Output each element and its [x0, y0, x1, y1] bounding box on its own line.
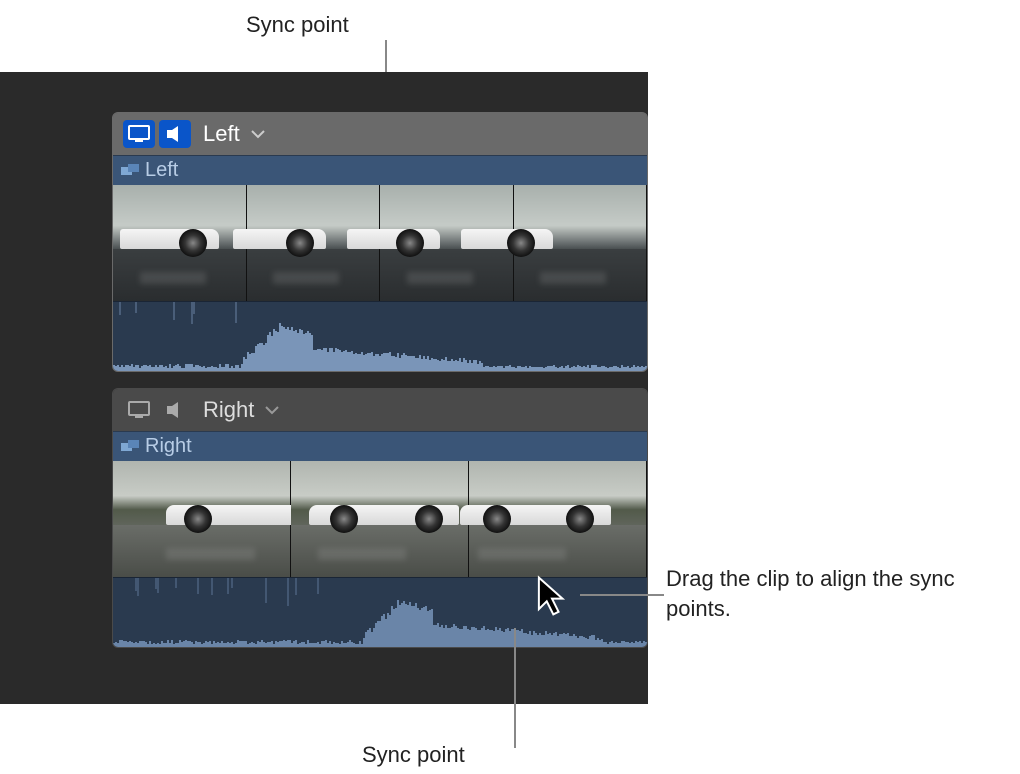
monitor-icon	[128, 125, 150, 143]
thumbnails-left[interactable]	[113, 185, 647, 301]
thumbnail	[469, 461, 647, 577]
chevron-down-icon[interactable]	[264, 405, 280, 415]
callout-drag-hint: Drag the clip to align the sync points.	[666, 564, 996, 623]
thumbnail	[514, 185, 648, 301]
clip-label-right: Right	[145, 435, 192, 458]
angle-lane-right[interactable]: Right Right	[112, 388, 648, 648]
waveform-right	[113, 578, 647, 647]
speaker-icon	[165, 401, 185, 419]
callout-line-bottom	[514, 628, 516, 748]
thumbnail	[291, 461, 469, 577]
video-toggle-left[interactable]	[123, 120, 155, 148]
lane-header-left: Left	[113, 113, 647, 155]
thumbnail	[113, 461, 291, 577]
audio-track-left[interactable]	[113, 301, 647, 371]
clip-icon	[121, 440, 139, 454]
angle-lane-left[interactable]: Left Left	[112, 112, 648, 372]
waveform-left	[113, 302, 647, 371]
callout-sync-top: Sync point	[246, 10, 349, 40]
speaker-icon	[165, 125, 185, 143]
audio-toggle-left[interactable]	[159, 120, 191, 148]
callout-sync-bottom: Sync point	[362, 740, 465, 770]
clip-header-left[interactable]: Left	[113, 155, 647, 185]
thumbnail	[113, 185, 247, 301]
audio-toggle-right[interactable]	[159, 396, 191, 424]
lane-header-right: Right	[113, 389, 647, 431]
clip-label-left: Left	[145, 159, 178, 182]
audio-track-right[interactable]	[113, 577, 647, 647]
chevron-down-icon[interactable]	[250, 129, 266, 139]
gutter	[0, 72, 112, 704]
lane-title-left: Left	[203, 121, 240, 147]
callout-line-right	[580, 594, 664, 596]
monitor-icon	[128, 401, 150, 419]
lane-title-right: Right	[203, 397, 254, 423]
clip-header-right[interactable]: Right	[113, 431, 647, 461]
thumbnails-right[interactable]	[113, 461, 647, 577]
video-toggle-right[interactable]	[123, 396, 155, 424]
clip-icon	[121, 164, 139, 178]
timeline-panel: Left Left	[0, 72, 648, 704]
